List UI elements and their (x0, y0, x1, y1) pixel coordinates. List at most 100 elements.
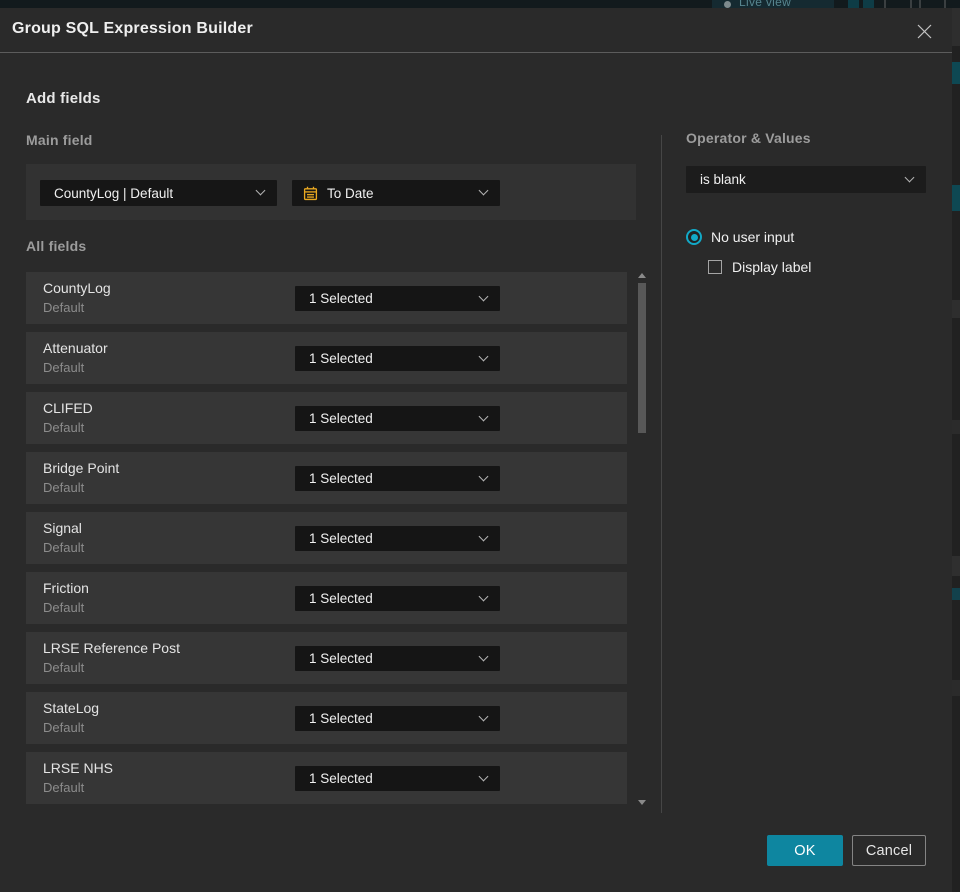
toolbar-separator (884, 0, 886, 8)
toolbar-button-fragment (848, 0, 859, 8)
field-name: CountyLog (43, 280, 111, 296)
field-selection-dropdown[interactable]: 1 Selected (295, 346, 500, 371)
close-icon[interactable] (910, 17, 938, 45)
background-fragment (952, 556, 960, 576)
field-row: CountyLog Default 1 Selected (26, 272, 627, 324)
field-subtitle: Default (43, 600, 85, 615)
scrollbar-thumb[interactable] (638, 283, 646, 433)
panel-divider (661, 135, 662, 813)
background-fragment (952, 420, 960, 434)
field-selection-dropdown[interactable]: 1 Selected (295, 406, 500, 431)
chevron-down-icon (478, 291, 489, 301)
chevron-down-icon (478, 711, 489, 721)
radio-icon (686, 229, 702, 245)
chevron-down-icon (478, 351, 489, 361)
field-subtitle: Default (43, 300, 85, 315)
background-fragment (952, 62, 960, 84)
dialog-header: Group SQL Expression Builder (0, 8, 952, 53)
background-fragment (952, 300, 960, 318)
field-selection-dropdown[interactable]: 1 Selected (295, 706, 500, 731)
chevron-down-icon (478, 531, 489, 541)
field-name: Bridge Point (43, 460, 120, 476)
field-row: Signal Default 1 Selected (26, 512, 627, 564)
all-fields-label: All fields (26, 238, 87, 254)
checkbox-icon[interactable] (708, 260, 722, 274)
dialog-title: Group SQL Expression Builder (12, 20, 253, 37)
toolbar-separator (944, 0, 946, 8)
ok-button[interactable]: OK (767, 835, 843, 866)
group-sql-expression-builder-dialog: Group SQL Expression Builder Add fields … (0, 8, 952, 892)
display-label-checkbox-row[interactable]: Display label (708, 259, 811, 275)
chevron-down-icon (478, 411, 489, 421)
field-row: CLIFED Default 1 Selected (26, 392, 627, 444)
field-selection-value: 1 Selected (309, 711, 373, 726)
field-row: Friction Default 1 Selected (26, 572, 627, 624)
field-name: Attenuator (43, 340, 108, 356)
operator-values-heading: Operator & Values (686, 130, 811, 146)
chevron-down-icon (255, 185, 266, 196)
field-selection-dropdown[interactable]: 1 Selected (295, 586, 500, 611)
scroll-down-icon[interactable] (638, 800, 646, 805)
main-field-type-dropdown[interactable]: To Date (292, 180, 500, 206)
chevron-down-icon (478, 471, 489, 481)
background-fragment (952, 680, 960, 696)
calendar-icon (303, 186, 318, 201)
live-view-dot-icon (724, 1, 731, 8)
background-app-edge (952, 8, 960, 892)
field-subtitle: Default (43, 780, 85, 795)
field-name: Friction (43, 580, 89, 596)
no-user-input-radio[interactable]: No user input (686, 229, 794, 245)
background-fragment (952, 8, 960, 46)
field-name: CLIFED (43, 400, 93, 416)
field-name: LRSE NHS (43, 760, 114, 776)
field-subtitle: Default (43, 360, 85, 375)
main-field-dropdown-value: CountyLog | Default (54, 185, 174, 201)
field-selection-value: 1 Selected (309, 411, 373, 426)
main-field-dropdown[interactable]: CountyLog | Default (40, 180, 277, 206)
field-selection-value: 1 Selected (309, 351, 373, 366)
toolbar-button-fragment (863, 0, 874, 8)
field-row: StateLog Default 1 Selected (26, 692, 627, 744)
field-name: LRSE Reference Post (43, 640, 180, 656)
background-fragment (952, 588, 960, 600)
main-field-container: CountyLog | Default To Date (26, 164, 636, 220)
field-row: LRSE NHS Default 1 Selected (26, 752, 627, 804)
toolbar-separator (910, 0, 912, 8)
live-view-toggle[interactable]: Live view (712, 0, 834, 8)
operator-dropdown[interactable]: is blank (686, 166, 926, 193)
chevron-down-icon (904, 172, 915, 182)
field-selection-dropdown[interactable]: 1 Selected (295, 766, 500, 791)
background-fragment (952, 185, 960, 211)
all-fields-list: CountyLog Default 1 Selected Attenuator … (26, 272, 627, 812)
add-fields-heading: Add fields (26, 90, 101, 107)
radio-dot-icon (690, 233, 698, 241)
field-selection-value: 1 Selected (309, 291, 373, 306)
main-field-type-value: To Date (327, 185, 374, 201)
main-field-label: Main field (26, 132, 93, 148)
field-selection-value: 1 Selected (309, 771, 373, 786)
chevron-down-icon (478, 651, 489, 661)
cancel-button[interactable]: Cancel (852, 835, 926, 866)
all-fields-scrollbar[interactable] (637, 271, 647, 809)
chevron-down-icon (478, 591, 489, 601)
field-subtitle: Default (43, 660, 85, 675)
field-selection-value: 1 Selected (309, 471, 373, 486)
field-subtitle: Default (43, 720, 85, 735)
scroll-up-icon[interactable] (638, 273, 646, 278)
chevron-down-icon (478, 771, 489, 781)
field-row: Attenuator Default 1 Selected (26, 332, 627, 384)
field-row: Bridge Point Default 1 Selected (26, 452, 627, 504)
field-subtitle: Default (43, 420, 85, 435)
field-selection-dropdown[interactable]: 1 Selected (295, 286, 500, 311)
field-subtitle: Default (43, 480, 85, 495)
field-selection-dropdown[interactable]: 1 Selected (295, 466, 500, 491)
field-name: Signal (43, 520, 82, 536)
field-selection-dropdown[interactable]: 1 Selected (295, 646, 500, 671)
display-label-label: Display label (732, 259, 812, 275)
toolbar-separator (919, 0, 921, 8)
field-selection-dropdown[interactable]: 1 Selected (295, 526, 500, 551)
no-user-input-label: No user input (711, 229, 795, 245)
background-app-toolbar: Live view (0, 0, 960, 8)
live-view-label: Live view (739, 0, 792, 8)
field-selection-value: 1 Selected (309, 531, 373, 546)
